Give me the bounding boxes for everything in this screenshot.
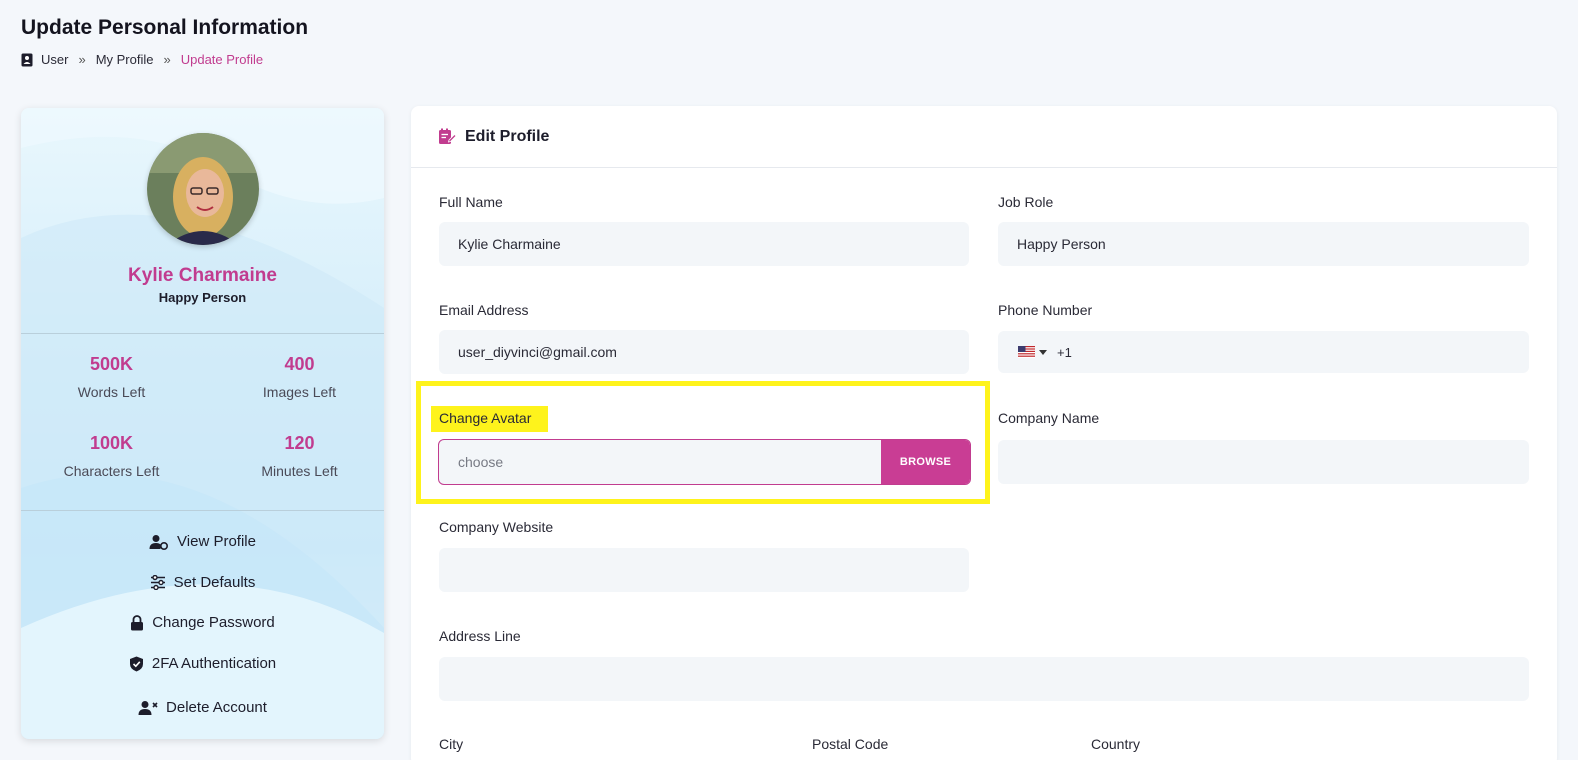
- company-name-input[interactable]: [998, 440, 1529, 484]
- stat-label: Words Left: [77, 384, 146, 400]
- stat-label: Minutes Left: [261, 463, 338, 479]
- profile-role: Happy Person: [158, 290, 247, 305]
- email-label: Email Address: [439, 302, 529, 318]
- address-label: Address Line: [439, 628, 521, 644]
- breadcrumb-separator: »: [78, 52, 86, 67]
- city-label: City: [439, 736, 464, 752]
- divider: [21, 510, 384, 511]
- menu-label: Delete Account: [166, 699, 267, 716]
- edit-note-icon: [439, 128, 457, 144]
- us-flag-icon[interactable]: [1018, 346, 1035, 358]
- edit-profile-header: Edit Profile: [411, 106, 1557, 168]
- phone-input[interactable]: +1: [998, 331, 1529, 373]
- chevron-down-icon[interactable]: [1039, 349, 1047, 355]
- stat-images: 400 Images Left: [209, 354, 384, 400]
- menu-label: Change Password: [152, 614, 275, 631]
- stat-value: 400: [284, 354, 315, 374]
- job-role-label: Job Role: [998, 194, 1054, 210]
- sliders-icon: [150, 575, 165, 590]
- profile-card: Kylie Charmaine Happy Person 500K Words …: [21, 108, 384, 739]
- breadcrumb-user[interactable]: User: [41, 52, 68, 67]
- menu-label: 2FA Authentication: [151, 655, 277, 672]
- stat-label: Characters Left: [63, 463, 160, 479]
- stat-value: 120: [284, 433, 315, 453]
- page-title: Update Personal Information: [21, 16, 309, 39]
- profile-name: Kylie Charmaine: [128, 265, 277, 286]
- shield-check-icon: [129, 656, 143, 671]
- job-role-input[interactable]: [998, 222, 1529, 266]
- stat-label: Images Left: [262, 384, 337, 400]
- user-view-icon: [149, 534, 169, 550]
- menu-view-profile[interactable]: View Profile: [21, 533, 384, 550]
- lock-icon: [131, 614, 144, 630]
- breadcrumb: User » My Profile » Update Profile: [21, 52, 263, 67]
- stat-words: 500K Words Left: [21, 354, 202, 400]
- postal-code-label: Postal Code: [812, 736, 889, 752]
- change-avatar-label: Change Avatar: [439, 410, 532, 426]
- edit-profile-title: Edit Profile: [465, 127, 550, 145]
- menu-change-password[interactable]: Change Password: [21, 614, 384, 631]
- breadcrumb-update-profile: Update Profile: [180, 52, 264, 67]
- divider: [21, 333, 384, 334]
- email-input[interactable]: [439, 330, 969, 374]
- full-name-label: Full Name: [439, 194, 503, 210]
- avatar-photo: [147, 133, 259, 245]
- breadcrumb-my-profile[interactable]: My Profile: [96, 52, 154, 67]
- country-label: Country: [1091, 736, 1141, 752]
- menu-label: View Profile: [177, 533, 256, 550]
- menu-label: Set Defaults: [173, 574, 256, 591]
- browse-button[interactable]: BROWSE: [881, 440, 970, 484]
- menu-set-defaults[interactable]: Set Defaults: [21, 574, 384, 591]
- phone-country-code: +1: [1057, 344, 1072, 360]
- company-website-input[interactable]: [439, 548, 969, 592]
- company-name-label: Company Name: [998, 410, 1100, 426]
- company-website-label: Company Website: [439, 519, 554, 535]
- menu-delete-account[interactable]: Delete Account: [21, 699, 384, 716]
- stat-minutes: 120 Minutes Left: [209, 433, 384, 479]
- avatar: [147, 133, 259, 245]
- address-input[interactable]: [439, 657, 1529, 701]
- phone-label: Phone Number: [998, 302, 1093, 318]
- stat-value: 100K: [89, 433, 134, 453]
- breadcrumb-separator: »: [163, 52, 171, 67]
- full-name-input[interactable]: [439, 222, 969, 266]
- stat-value: 500K: [89, 354, 134, 374]
- menu-2fa[interactable]: 2FA Authentication: [21, 655, 384, 672]
- user-delete-icon: [138, 700, 158, 715]
- avatar-file-placeholder[interactable]: choose: [439, 440, 881, 484]
- stat-characters: 100K Characters Left: [21, 433, 202, 479]
- contact-card-icon: [21, 53, 33, 66]
- avatar-file-input[interactable]: choose BROWSE: [438, 439, 971, 485]
